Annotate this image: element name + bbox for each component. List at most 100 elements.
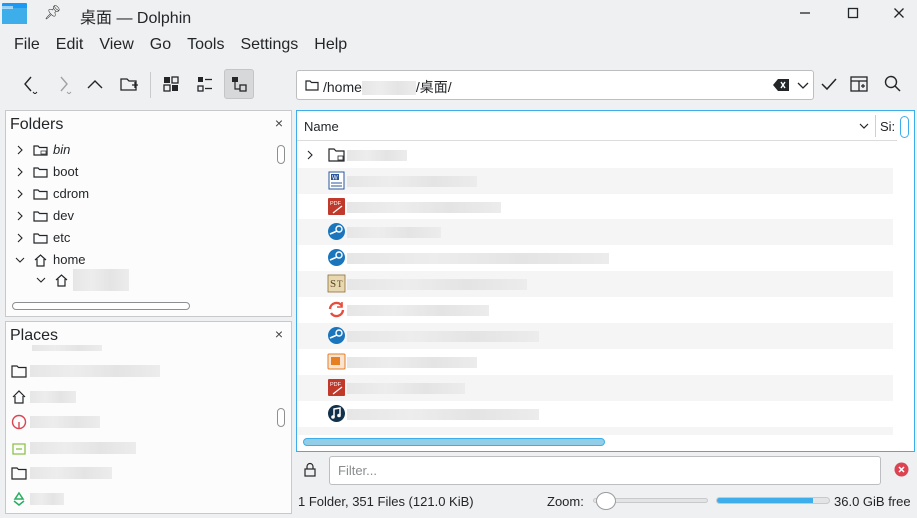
- close-filter-icon[interactable]: [894, 462, 909, 477]
- clear-text-icon[interactable]: [773, 79, 789, 91]
- sync-app-icon: [328, 301, 345, 318]
- file-row[interactable]: [297, 401, 893, 427]
- folders-panel: Folders × bin boot cdrom dev etc home: [5, 110, 292, 317]
- tree-item-user-home[interactable]: [6, 269, 276, 291]
- up-button[interactable]: [80, 69, 110, 99]
- confirm-location-button[interactable]: [814, 69, 844, 99]
- place-item[interactable]: [6, 486, 276, 512]
- menu-settings[interactable]: Settings: [240, 32, 298, 58]
- pin-icon[interactable]: 📌︎: [44, 4, 62, 21]
- chevron-right-icon[interactable]: [15, 189, 25, 199]
- tree-item-etc[interactable]: etc: [6, 227, 276, 249]
- tree-item-home[interactable]: home: [6, 249, 276, 271]
- column-name-header[interactable]: Name: [304, 119, 339, 134]
- forward-button[interactable]: [48, 69, 78, 99]
- view-details-button[interactable]: [224, 69, 254, 99]
- home-icon: [34, 254, 47, 267]
- location-path-prefix: /home: [323, 79, 362, 95]
- zoom-label: Zoom:: [547, 494, 584, 509]
- redacted-username: [361, 81, 416, 96]
- file-view-vertical-scrollbar[interactable]: [900, 116, 909, 138]
- file-row[interactable]: PDF: [297, 194, 893, 220]
- menu-tools[interactable]: Tools: [187, 32, 224, 58]
- window-title: 桌面 — Dolphin: [80, 10, 192, 27]
- new-folder-button[interactable]: [114, 69, 144, 99]
- tree-item-bin[interactable]: bin: [6, 139, 276, 161]
- folders-panel-close-button[interactable]: ×: [275, 115, 283, 131]
- file-row[interactable]: [297, 245, 893, 271]
- file-view-horizontal-scrollbar[interactable]: [303, 438, 605, 446]
- chevron-down-icon[interactable]: [36, 275, 46, 285]
- title-bar: 📌︎ 桌面 — Dolphin: [0, 0, 917, 28]
- folder-link-icon: [33, 145, 48, 156]
- filter-input[interactable]: [329, 456, 881, 485]
- redacted-place-name: [30, 365, 160, 377]
- tree-item-label: dev: [53, 208, 74, 223]
- chevron-down-icon[interactable]: [15, 255, 25, 265]
- view-compact-button[interactable]: [190, 69, 220, 99]
- chevron-right-icon[interactable]: [15, 211, 25, 221]
- place-item[interactable]: [6, 460, 276, 486]
- location-bar[interactable]: /home/桌面/: [296, 70, 814, 100]
- file-row[interactable]: ST: [297, 271, 893, 297]
- column-size-header[interactable]: Si:: [880, 119, 895, 134]
- file-row[interactable]: W: [297, 168, 893, 194]
- search-button[interactable]: [878, 69, 908, 99]
- presentation-icon: [327, 353, 346, 370]
- location-path[interactable]: /home/桌面/: [323, 77, 452, 97]
- tree-item-label: bin: [53, 142, 71, 157]
- maximize-button[interactable]: [841, 2, 865, 24]
- folder-new-icon: [120, 78, 138, 91]
- chevron-down-icon[interactable]: [797, 79, 809, 91]
- file-view[interactable]: Name Si: W PDF ST PDF: [296, 110, 915, 452]
- menu-view[interactable]: View: [99, 32, 133, 58]
- chevron-right-icon[interactable]: [15, 233, 25, 243]
- tree-item-boot[interactable]: boot: [6, 161, 276, 183]
- places-panel-title: Places: [10, 327, 59, 344]
- view-icons-button[interactable]: [156, 69, 186, 99]
- file-row[interactable]: [297, 219, 893, 245]
- places-panel-close-button[interactable]: ×: [275, 326, 283, 342]
- chevron-down-icon[interactable]: [859, 121, 869, 131]
- chevron-right-icon[interactable]: [15, 145, 25, 155]
- tree-item-cdrom[interactable]: cdrom: [6, 183, 276, 205]
- status-summary: 1 Folder, 351 Files (121.0 KiB): [298, 494, 474, 509]
- tree-item-label: boot: [53, 164, 79, 179]
- zoom-slider-handle[interactable]: [595, 492, 616, 510]
- lock-icon[interactable]: [303, 462, 317, 477]
- folders-horizontal-scrollbar[interactable]: [12, 302, 190, 310]
- music-player-icon: [328, 405, 345, 422]
- column-separator[interactable]: [875, 115, 876, 137]
- places-vertical-scrollbar[interactable]: [277, 408, 285, 427]
- minimize-button[interactable]: [793, 2, 817, 24]
- chevron-right-icon[interactable]: [15, 167, 25, 177]
- menu-help[interactable]: Help: [314, 32, 347, 58]
- forward-icon: [60, 76, 72, 94]
- file-row[interactable]: [297, 323, 893, 349]
- menu-file[interactable]: File: [14, 32, 40, 58]
- file-row[interactable]: [297, 349, 893, 375]
- chevron-right-icon[interactable]: [305, 150, 315, 160]
- file-row[interactable]: PDF: [297, 375, 893, 401]
- disk-usage-bar: [716, 497, 830, 504]
- redacted-file-name: [347, 176, 477, 187]
- view-compact-icon: [197, 77, 212, 92]
- back-button[interactable]: [14, 69, 44, 99]
- tree-item-dev[interactable]: dev: [6, 205, 276, 227]
- redacted-place-name: [30, 467, 112, 479]
- menu-edit[interactable]: Edit: [56, 32, 84, 58]
- menu-go[interactable]: Go: [150, 32, 171, 58]
- redacted-place-name: [30, 441, 136, 454]
- close-window-button[interactable]: [887, 2, 911, 24]
- redacted-place-name: [30, 416, 100, 428]
- toolbar-separator: [150, 72, 151, 98]
- place-item[interactable]: [6, 435, 276, 461]
- place-item[interactable]: [6, 384, 276, 410]
- folders-vertical-scrollbar[interactable]: [277, 145, 285, 164]
- svg-text:PDF: PDF: [330, 382, 342, 388]
- place-item[interactable]: [6, 358, 276, 384]
- place-item[interactable]: [6, 409, 276, 435]
- file-row[interactable]: [297, 297, 893, 323]
- split-view-button[interactable]: [844, 69, 874, 99]
- file-row-folder[interactable]: [297, 142, 893, 168]
